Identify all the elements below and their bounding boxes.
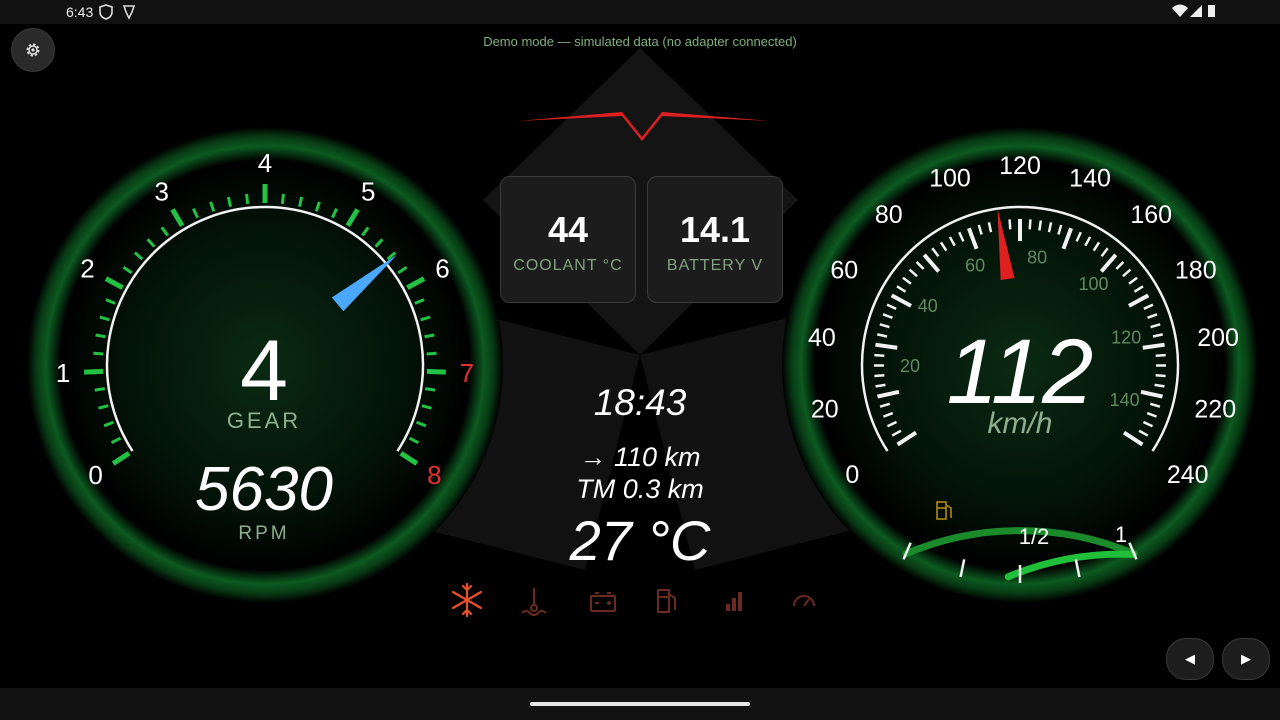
speed-unit: km/h: [987, 407, 1052, 440]
speed-tick: [1155, 353, 1166, 357]
speed-inner-label: 140: [1110, 390, 1140, 410]
tach-tick-label: 4: [258, 148, 272, 178]
tach-tick: [95, 333, 106, 339]
speed-outer-label: 80: [875, 201, 903, 229]
signal-bars-icon: [726, 592, 742, 611]
speed-outer-label: 140: [1069, 165, 1111, 193]
tach-tick-label: 2: [80, 254, 94, 284]
speed-outer-label: 240: [1167, 461, 1209, 489]
battery-icon: [590, 592, 616, 612]
speed-inner-label: 40: [918, 296, 938, 316]
home-gesture-pill[interactable]: [530, 702, 750, 706]
system-nav-bar: [0, 688, 1280, 720]
speed-tick: [875, 383, 886, 388]
speed-inner-label: 80: [1027, 247, 1047, 267]
tach-tick: [424, 333, 435, 339]
speed-tick: [1155, 373, 1166, 378]
tach-tick: [280, 193, 285, 205]
tach-tick-label: 5: [361, 176, 375, 206]
speed-outer-label: 60: [830, 257, 858, 285]
battery-value: 14.1: [679, 209, 751, 250]
speed-outer-label: 20: [811, 395, 839, 423]
speed-inner-label: 100: [1078, 274, 1108, 294]
speed-inner-label: 60: [965, 256, 985, 276]
previous-page-button[interactable]: ◀: [1166, 638, 1214, 680]
ac-snowflake-icon: [451, 582, 483, 618]
speed-outer-label: 160: [1130, 201, 1172, 229]
speed-outer-label: 40: [808, 324, 836, 352]
fuel-pump-icon: [657, 589, 676, 613]
speed-tick: [1154, 383, 1165, 388]
fuel-full-label: 1: [1115, 522, 1127, 547]
tach-tick: [426, 351, 437, 356]
tach-tick: [93, 351, 104, 356]
tach-tick-label: 3: [154, 176, 168, 206]
battery-card: 14.1 BATTERY V: [647, 176, 783, 303]
tach-tick: [298, 196, 304, 208]
battery-label: BATTERY V: [666, 257, 764, 274]
tach-tick: [426, 368, 446, 375]
speed-tick: [874, 373, 885, 378]
tach-tick-label: 6: [435, 254, 449, 284]
tach-tick: [226, 196, 232, 208]
speed-tick: [1028, 219, 1032, 230]
speed-inner-label: 120: [1111, 327, 1141, 347]
speed-tick: [1038, 220, 1043, 231]
coolant-card: 44 COOLANT °C: [500, 176, 636, 303]
coolant-temp-icon: [521, 588, 547, 616]
speed-outer-label: 0: [845, 461, 859, 489]
speed-inner-label: 20: [900, 356, 920, 376]
coolant-value: 44: [547, 209, 589, 250]
tach-tick: [245, 193, 250, 205]
speed-tick: [874, 353, 885, 357]
speedometer: 020406080100 120 140160180200220240 204060…: [782, 127, 1258, 603]
speed-outer-label: 200: [1197, 324, 1239, 352]
fuel-half-label: 1/2: [1019, 524, 1050, 549]
speed-outer-label: 180: [1175, 257, 1217, 285]
tach-tick: [84, 368, 104, 375]
coolant-label: COOLANT °C: [513, 257, 623, 274]
speed-outer-label: 220: [1194, 395, 1236, 423]
next-page-button[interactable]: ▶: [1222, 638, 1270, 680]
speed-outer-label: 100: [929, 165, 971, 193]
speed-outer-label: 120: [999, 152, 1041, 180]
speed-tick: [1008, 219, 1012, 230]
